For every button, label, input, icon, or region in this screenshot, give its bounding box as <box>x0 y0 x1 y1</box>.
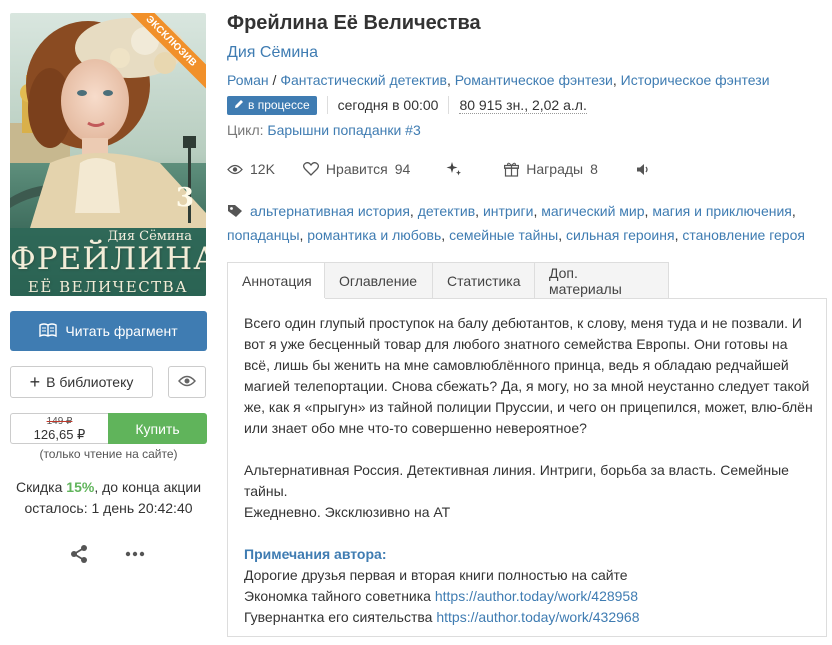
rewards-stat[interactable]: Награды 8 <box>504 161 598 177</box>
cover-title-line2: ЕЁ ВЕЛИЧЕСТВА <box>27 278 189 296</box>
work-title: Экономка тайного советника <box>244 588 435 604</box>
updated-time: сегодня в 00:00 <box>337 97 439 113</box>
speaker-icon <box>636 163 651 176</box>
tag-link[interactable]: магия и приключения <box>652 203 792 219</box>
views-count: 12K <box>250 161 275 177</box>
tag-link[interactable]: становление героя <box>682 227 805 243</box>
cover-series-number: 3 <box>175 183 194 213</box>
annotation-panel: Всего один глупый проступок на балу дебю… <box>227 298 827 637</box>
views-stat: 12K <box>227 161 275 177</box>
author-notes-heading: Примечания автора: <box>244 546 387 562</box>
read-fragment-label: Читать фрагмент <box>65 323 178 339</box>
share-icon[interactable] <box>68 543 90 565</box>
discount-countdown: осталось: 1 день 20:42:40 <box>24 500 193 516</box>
watch-button[interactable] <box>168 366 206 398</box>
heart-icon <box>302 162 319 176</box>
tag-link[interactable]: попаданцы <box>227 227 300 243</box>
share-row <box>68 543 146 565</box>
stats-row: 12K Нравится 94 Награды 8 <box>227 159 651 179</box>
genre-link[interactable]: Роман <box>227 72 269 88</box>
sparkle-icon <box>446 161 462 177</box>
audio-button[interactable] <box>636 163 651 176</box>
tag-link[interactable]: альтернативная история <box>250 203 410 219</box>
cycle-link[interactable]: Барышни попаданки #3 <box>267 122 420 138</box>
status-badge-label: в процессе <box>248 97 310 112</box>
rewards-label: Награды <box>526 161 584 177</box>
author-link[interactable]: Дия Сёмина <box>227 44 318 62</box>
status-row: в процессе сегодня в 00:00 80 915 зн., 2… <box>227 95 587 115</box>
discount-prefix: Скидка <box>15 479 67 495</box>
cycle-info: Цикл: Барышни попаданки #3 <box>227 122 421 138</box>
tag-link[interactable]: детектив <box>418 203 475 219</box>
tag-link[interactable]: сильная героиня <box>566 227 675 243</box>
tab-annotation[interactable]: Аннотация <box>227 262 325 299</box>
annotation-paragraph: Альтернативная Россия. Детективная линия… <box>244 462 789 499</box>
book-volume: 80 915 зн., 2,02 а.л. <box>459 96 587 114</box>
work-link[interactable]: https://author.today/work/432968 <box>436 609 639 625</box>
gift-icon <box>504 162 520 177</box>
plus-icon: + <box>29 372 41 392</box>
tag-link[interactable]: семейные тайны <box>449 227 558 243</box>
buy-button[interactable]: Купить <box>108 413 207 444</box>
status-badge: в процессе <box>227 95 317 115</box>
tag-link[interactable]: романтика и любовь <box>307 227 441 243</box>
tag-list: альтернативная история, детектив, интриг… <box>227 202 805 243</box>
book-title: Фрейлина Её Величества <box>227 12 481 34</box>
likes-label: Нравится <box>325 161 388 177</box>
new-price: 126,65 ₽ <box>33 427 86 442</box>
cycle-label: Цикл: <box>227 122 268 138</box>
tag-icon <box>227 202 244 224</box>
eye-icon <box>178 374 196 390</box>
read-fragment-button[interactable]: Читать фрагмент <box>10 311 207 351</box>
work-title: Гувернантка его сиятельства <box>244 609 437 625</box>
add-to-library-label: В библиотеку <box>46 374 134 390</box>
likes-stat[interactable]: Нравится 94 <box>302 161 411 177</box>
work-link[interactable]: https://author.today/work/428958 <box>435 588 638 604</box>
tab-extra-materials[interactable]: Доп. материалы <box>535 262 669 299</box>
book-cover[interactable]: ЭКСКЛЮЗИВ 3 Дия Сёмина ФРЕЙЛИНА ЕЁ ВЕЛИЧ… <box>10 13 206 296</box>
author-notes-line: Экономка тайного советника https://autho… <box>244 586 814 607</box>
eye-icon <box>227 164 243 175</box>
discount-percent: 15% <box>66 479 95 495</box>
more-options-icon[interactable] <box>124 543 146 565</box>
read-only-note: (только чтение на сайте) <box>39 447 178 461</box>
pencil-icon <box>234 98 244 112</box>
rewards-count: 8 <box>590 161 598 177</box>
old-price: 149 ₽ <box>46 416 73 427</box>
annotation-paragraph: Ежедневно. Эксклюзивно на АТ <box>244 504 451 520</box>
genre-link[interactable]: Историческое фэнтези <box>621 72 770 88</box>
add-to-library-button[interactable]: + В библиотеку <box>10 366 153 398</box>
genre-link[interactable]: Фантастический детектив <box>280 72 447 88</box>
author-notes-line: Дорогие друзья первая и вторая книги пол… <box>244 567 628 583</box>
genre-list: Роман / Фантастический детектив, Романти… <box>227 72 770 88</box>
tab-contents[interactable]: Оглавление <box>325 262 433 299</box>
cover-title-line1: ФРЕЙЛИНА <box>10 241 206 277</box>
annotation-paragraph: Всего один глупый проступок на балу дебю… <box>244 315 813 436</box>
author-notes-line: Гувернантка его сиятельства https://auth… <box>244 607 814 628</box>
tag-link[interactable]: интриги <box>483 203 534 219</box>
discount-info: Скидка 15%, до конца акции осталось: 1 д… <box>0 477 217 519</box>
tab-bar: Аннотация Оглавление Статистика Доп. мат… <box>227 262 669 299</box>
book-open-icon <box>39 322 58 340</box>
tag-link[interactable]: магический мир <box>541 203 644 219</box>
discount-suffix: , до конца акции <box>94 479 202 495</box>
likes-count: 94 <box>394 161 411 177</box>
tab-statistics[interactable]: Статистика <box>433 262 535 299</box>
sparkle-button[interactable] <box>446 161 462 177</box>
genre-link[interactable]: Романтическое фэнтези <box>455 72 613 88</box>
price-box: 149 ₽ 126,65 ₽ <box>10 413 108 444</box>
